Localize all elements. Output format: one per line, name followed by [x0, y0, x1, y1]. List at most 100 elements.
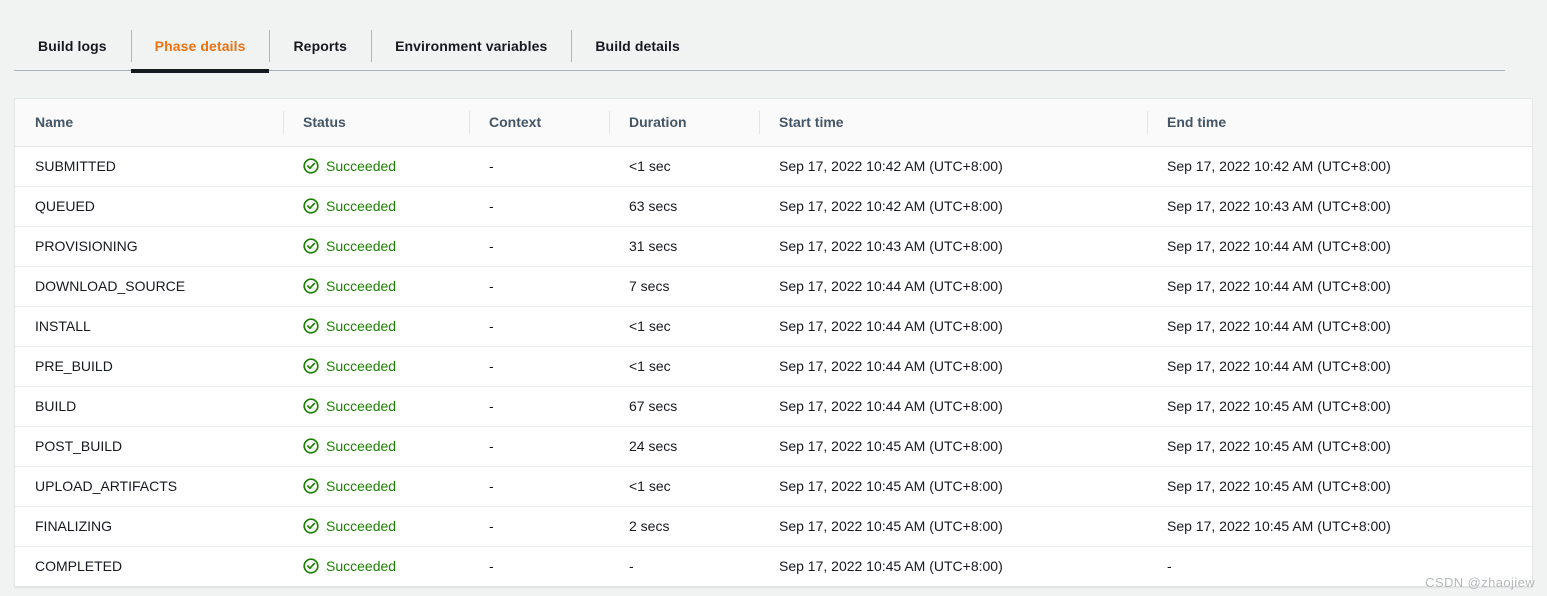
tab-phase-details[interactable]: Phase details — [130, 22, 270, 73]
cell-name: QUEUED — [15, 186, 283, 227]
cell-end-time: Sep 17, 2022 10:45 AM (UTC+8:00) — [1147, 466, 1532, 507]
check-circle-icon — [303, 358, 319, 374]
cell-start-time: Sep 17, 2022 10:43 AM (UTC+8:00) — [759, 226, 1147, 267]
table-row[interactable]: POST_BUILD Succeeded -24 secs Sep 17, 2022 … — [15, 426, 1532, 467]
cell-context: - — [469, 186, 609, 227]
phase-details-table-card: Name Status Context Duration Start time End t… — [14, 98, 1533, 587]
cell-name: PRE_BUILD — [15, 346, 283, 387]
cell-end-time: Sep 17, 2022 10:44 AM (UTC+8:00) — [1147, 266, 1532, 307]
status-badge: Succeeded — [303, 478, 469, 494]
status-label: Succeeded — [326, 558, 397, 575]
cell-status: Succeeded — [283, 266, 469, 307]
table-row[interactable]: COMPLETED Succeeded - - Sep 17, 2022 10:45 A… — [15, 546, 1532, 586]
status-badge: Succeeded — [303, 558, 469, 574]
check-circle-icon — [303, 478, 319, 494]
status-label: Succeeded — [326, 158, 397, 174]
vertical-scrollbar[interactable] — [1533, 98, 1547, 596]
check-circle-icon — [303, 398, 319, 414]
status-badge: Succeeded — [303, 318, 469, 334]
status-badge: Succeeded — [303, 358, 469, 374]
check-circle-icon — [303, 438, 319, 454]
table-row[interactable]: UPLOAD_ARTIFACTS Succeeded - <1 sec Sep 17, … — [15, 466, 1532, 507]
table-row[interactable]: PRE_BUILD Succeeded - <1 sec Sep 17, 2022 10… — [15, 346, 1532, 387]
table-row[interactable]: QUEUED Succeeded -63 secs Sep 17, 2022 10:4… — [15, 186, 1532, 227]
cell-name: BUILD — [15, 386, 283, 427]
cell-duration: - — [629, 558, 634, 575]
tab-build-logs[interactable]: Build logs — [14, 22, 131, 70]
phase-details-page: Build logs Phase details Reports Environmen… — [0, 0, 1547, 596]
cell-context: - — [469, 426, 609, 467]
status-label: Succeeded — [326, 478, 397, 494]
check-circle-icon — [303, 238, 319, 254]
cell-status: Succeeded — [283, 346, 469, 387]
cell-status: Succeeded — [283, 146, 469, 187]
cell-context: - — [469, 226, 609, 267]
cell-duration: 31 secs — [609, 226, 759, 267]
table-row[interactable]: INSTALL Succeeded - <1 sec Sep 17, 2022 10:4… — [15, 306, 1532, 347]
check-circle-icon — [303, 278, 319, 294]
column-header-duration: Duration — [609, 99, 759, 147]
cell-name: PROVISIONING — [15, 226, 283, 267]
phase-details-table: Name Status Context Duration Start time End t… — [15, 99, 1532, 586]
status-label: Succeeded — [326, 198, 397, 214]
cell-end-time: Sep 17, 2022 10:45 AM (UTC+8:00) — [1147, 506, 1532, 547]
cell-name: UPLOAD_ARTIFACTS — [15, 466, 283, 507]
table-header: Name Status Context Duration Start time End t… — [15, 99, 1532, 147]
cell-end-time: Sep 17, 2022 10:42 AM (UTC+8:00) — [1147, 146, 1532, 187]
cell-context: - — [469, 506, 609, 547]
cell-context: - — [469, 466, 609, 507]
status-label: Succeeded — [326, 278, 397, 294]
cell-start-time: Sep 17, 2022 10:45 AM (UTC+8:00) — [779, 558, 1003, 575]
cell-duration: <1 sec — [609, 466, 759, 507]
status-badge: Succeeded — [303, 198, 469, 214]
column-header-start-time: Start time — [759, 99, 1147, 147]
table-row[interactable]: DOWNLOAD_SOURCE Succeeded -7 secs Sep 17, 2… — [15, 266, 1532, 307]
tab-label: Reports — [293, 38, 348, 54]
tab-build-details[interactable]: Build details — [571, 22, 704, 70]
status-label: Succeeded — [326, 518, 397, 534]
cell-end-time: Sep 17, 2022 10:43 AM (UTC+8:00) — [1147, 186, 1532, 227]
cell-name: INSTALL — [15, 306, 283, 347]
check-circle-icon — [303, 198, 319, 214]
cell-context: - — [469, 346, 609, 387]
cell-start-time: Sep 17, 2022 10:45 AM (UTC+8:00) — [759, 426, 1147, 467]
tab-reports[interactable]: Reports — [269, 22, 371, 70]
tab-label: Build details — [595, 38, 680, 54]
cell-status: Succeeded — [283, 306, 469, 347]
cell-name: COMPLETED — [35, 558, 123, 575]
cell-context: - — [469, 306, 609, 347]
cell-duration: <1 sec — [609, 306, 759, 347]
cell-duration: 24 secs — [609, 426, 759, 467]
cell-context: - — [489, 558, 494, 575]
cell-start-time: Sep 17, 2022 10:45 AM (UTC+8:00) — [759, 506, 1147, 547]
cell-end-time: Sep 17, 2022 10:45 AM (UTC+8:00) — [1147, 426, 1532, 467]
cell-duration: 67 secs — [609, 386, 759, 427]
status-badge: Succeeded — [303, 438, 469, 454]
table-row[interactable]: SUBMITTED Succeeded - <1 sec Sep 17, 2022 10… — [15, 146, 1532, 187]
cell-end-time: - — [1167, 558, 1172, 575]
cell-duration: <1 sec — [609, 146, 759, 187]
table-row[interactable]: BUILD Succeeded -67 secs Sep 17, 2022 10:44… — [15, 386, 1532, 427]
cell-start-time: Sep 17, 2022 10:42 AM (UTC+8:00) — [759, 146, 1147, 187]
status-label: Succeeded — [326, 358, 397, 374]
cell-status: Succeeded — [283, 226, 469, 267]
check-circle-icon — [303, 558, 319, 574]
status-badge: Succeeded — [303, 158, 469, 174]
status-label: Succeeded — [326, 398, 397, 414]
check-circle-icon — [303, 318, 319, 334]
table-row[interactable]: FINALIZING Succeeded -2 secs Sep 17, 2022 1… — [15, 506, 1532, 547]
cell-status: Succeeded — [283, 466, 469, 507]
cell-end-time: Sep 17, 2022 10:44 AM (UTC+8:00) — [1147, 306, 1532, 347]
status-badge: Succeeded — [303, 518, 469, 534]
column-header-name: Name — [15, 99, 283, 147]
tab-environment-variables[interactable]: Environment variables — [371, 22, 571, 70]
cell-name: DOWNLOAD_SOURCE — [15, 266, 283, 307]
table-row[interactable]: PROVISIONING Succeeded -31 secs Sep 17, 202… — [15, 226, 1532, 267]
cell-end-time: Sep 17, 2022 10:44 AM (UTC+8:00) — [1147, 226, 1532, 267]
status-badge: Succeeded — [303, 398, 469, 414]
cell-end-time: Sep 17, 2022 10:45 AM (UTC+8:00) — [1147, 386, 1532, 427]
table-header-row: Name Status Context Duration Start time End t… — [15, 99, 1532, 147]
tab-label: Build logs — [38, 38, 107, 54]
cell-status: Succeeded — [283, 386, 469, 427]
tab-bar: Build logs Phase details Reports Environmen… — [14, 22, 1505, 73]
